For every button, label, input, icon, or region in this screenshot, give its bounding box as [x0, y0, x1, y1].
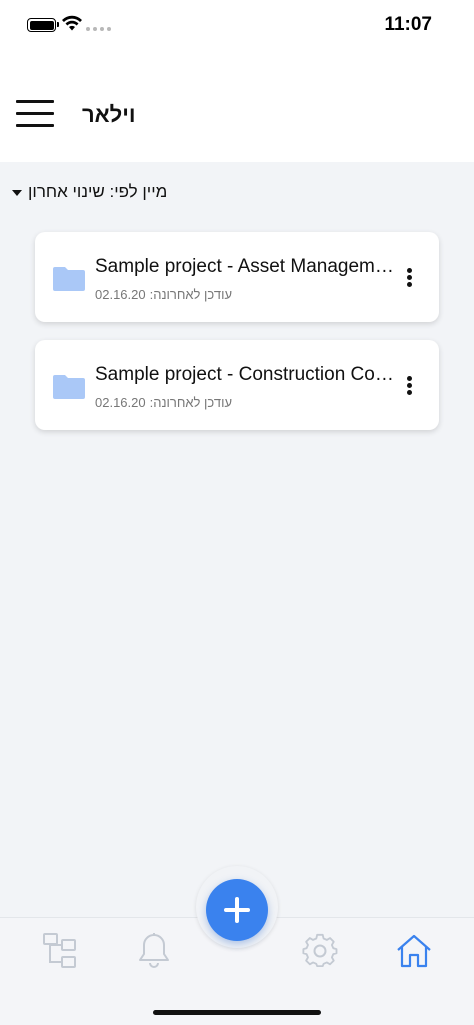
- app-header: וילאר: [0, 52, 474, 162]
- sort-dropdown[interactable]: מיין לפי: שינוי אחרון: [12, 182, 167, 202]
- hierarchy-icon[interactable]: [42, 932, 78, 970]
- sort-label: מיין לפי: שינוי אחרון: [28, 182, 168, 201]
- project-list-area: מיין לפי: שינוי אחרון Sample project - A…: [0, 162, 474, 917]
- project-card[interactable]: Sample project - Construction Companies …: [35, 340, 439, 430]
- wifi-icon: [62, 15, 82, 31]
- more-options-icon[interactable]: [407, 268, 413, 288]
- folder-icon: [53, 375, 85, 399]
- caret-down-icon: [12, 190, 22, 196]
- home-indicator: [153, 1010, 321, 1015]
- gear-icon[interactable]: [302, 932, 338, 970]
- updated-label: עודכן לאחרונה:: [149, 395, 233, 410]
- folder-icon: [53, 267, 85, 291]
- status-bar: 11:07: [0, 0, 474, 52]
- project-updated: 02.16.20 עודכן לאחרונה:: [95, 395, 232, 410]
- project-card[interactable]: Sample project - Asset Management 02.16.…: [35, 232, 439, 322]
- status-time: 11:07: [384, 14, 432, 35]
- project-name: Sample project - Construction Companies: [95, 364, 395, 385]
- home-icon[interactable]: [396, 932, 432, 970]
- project-name: Sample project - Asset Management: [95, 256, 395, 277]
- more-options-icon[interactable]: [407, 376, 413, 396]
- updated-date: 02.16.20: [95, 287, 146, 302]
- updated-date: 02.16.20: [95, 395, 146, 410]
- hamburger-icon[interactable]: [16, 100, 56, 130]
- updated-label: עודכן לאחרונה:: [149, 287, 233, 302]
- battery-icon: [27, 18, 59, 32]
- add-button[interactable]: [206, 879, 268, 941]
- project-updated: 02.16.20 עודכן לאחרונה:: [95, 287, 232, 302]
- bell-icon[interactable]: [137, 932, 171, 970]
- cellular-signal-icon: [86, 27, 111, 31]
- page-title: וילאר: [82, 102, 136, 127]
